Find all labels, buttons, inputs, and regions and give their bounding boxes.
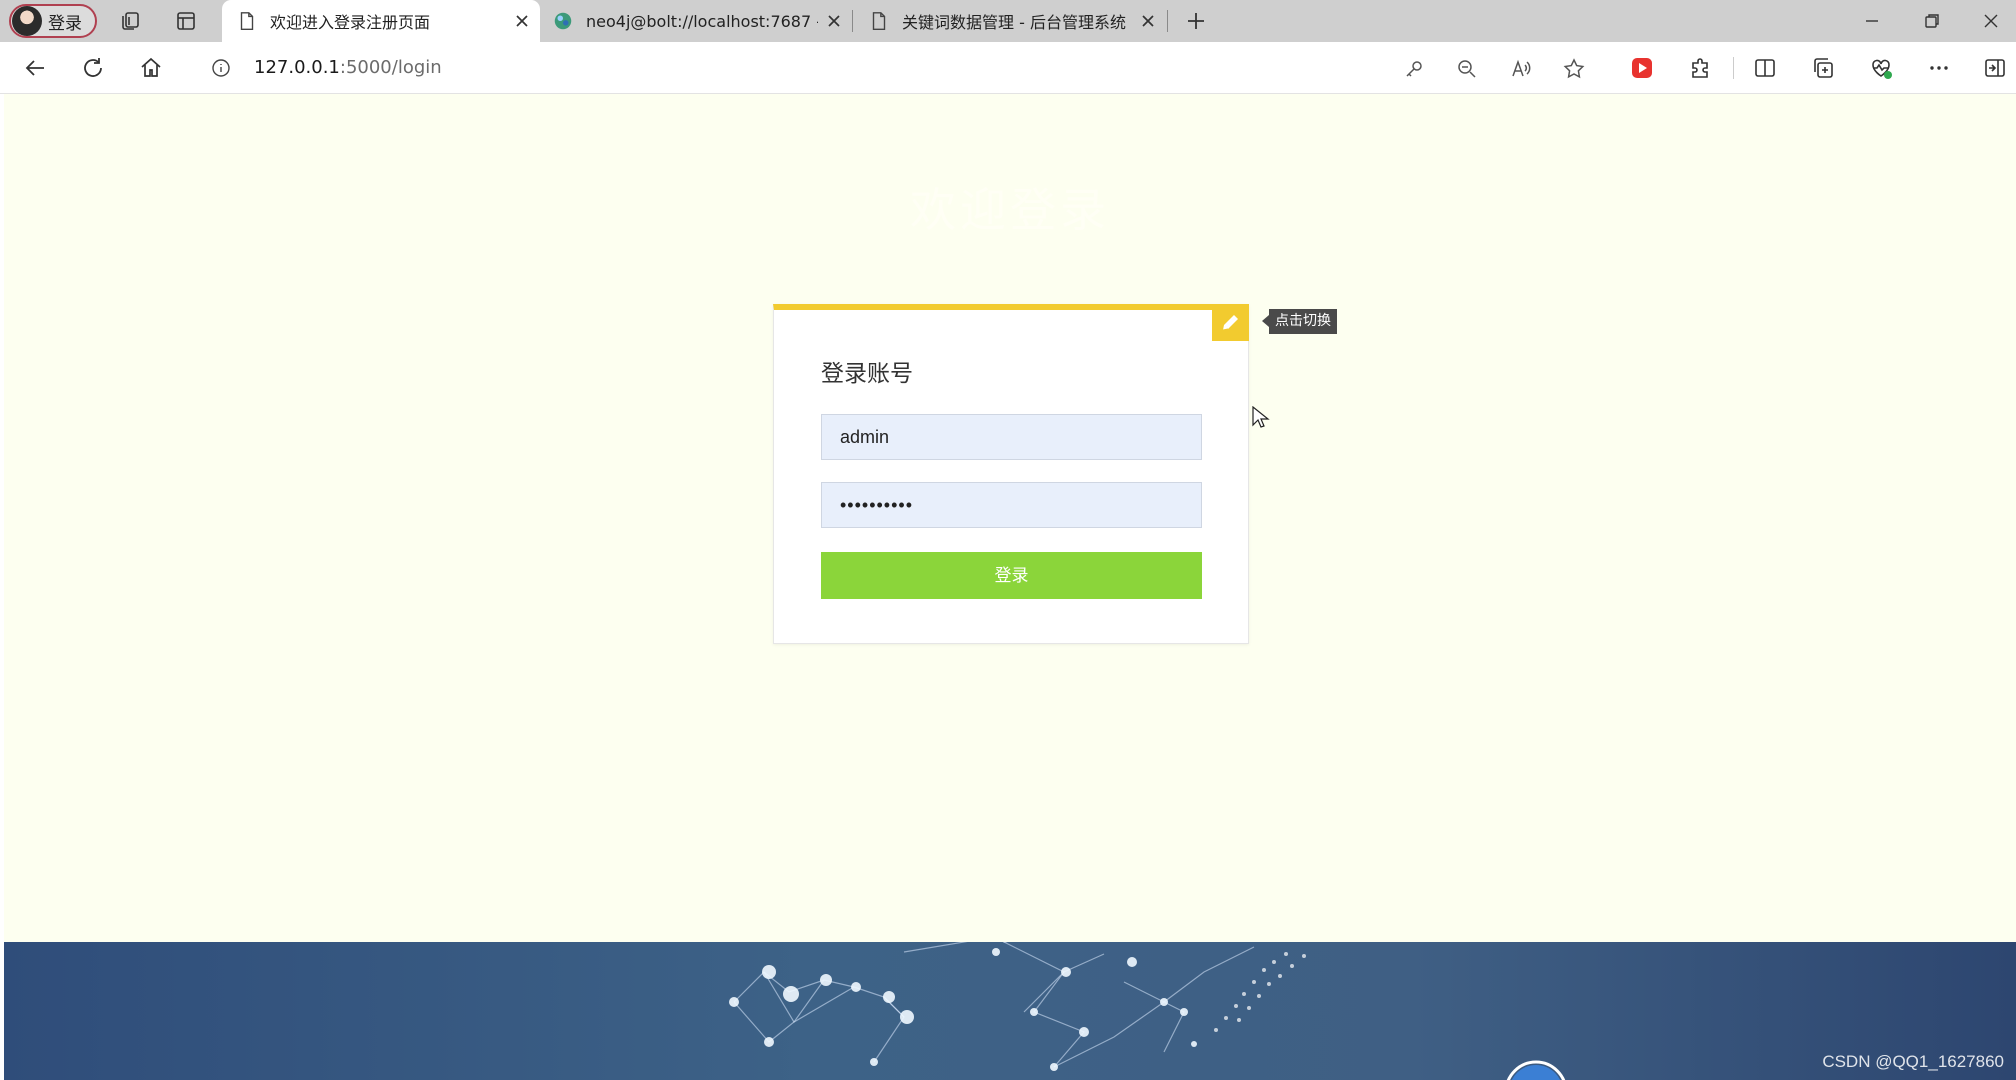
url-text[interactable]: 127.0.0.1:5000/login [254, 57, 442, 78]
split-screen-icon[interactable] [1752, 55, 1778, 81]
restore-icon[interactable] [1920, 9, 1944, 33]
network-graphic [729, 942, 1566, 1080]
tab-title: 欢迎进入登录注册页面 [270, 13, 431, 32]
collections-icon[interactable] [1810, 55, 1836, 81]
url-path: :5000/login [339, 57, 442, 78]
profile-label: 登录 [48, 13, 82, 34]
toolbar-separator [1733, 57, 1734, 79]
browser-toolbar: 127.0.0.1:5000/login [0, 42, 2016, 94]
home-icon[interactable] [138, 55, 164, 81]
favorite-icon[interactable] [1562, 57, 1586, 81]
tab-separator [1167, 10, 1168, 32]
watermark: CSDN @QQ1_1627860 [1822, 1052, 2004, 1071]
tab-login[interactable]: 欢迎进入登录注册页面 [222, 0, 540, 42]
footer-banner: CSDN @QQ1_1627860 [4, 942, 2016, 1080]
toggle-mode-button[interactable] [1212, 304, 1249, 341]
url-host: 127.0.0.1 [254, 57, 340, 78]
close-icon[interactable] [1138, 11, 1158, 31]
pencil-icon [1222, 315, 1238, 331]
profile-button[interactable]: 登录 [9, 4, 97, 38]
tab-title: neo4j@bolt://localhost:7687 - Ne [586, 11, 818, 31]
tab-keywords[interactable]: 关键词数据管理 - 后台管理系统 [854, 0, 1166, 42]
address-bar[interactable]: 127.0.0.1:5000/login [190, 48, 1604, 88]
more-icon[interactable] [1926, 55, 1952, 81]
read-aloud-icon[interactable] [1509, 57, 1533, 81]
tab-neo4j[interactable]: neo4j@bolt://localhost:7687 - Ne [540, 0, 852, 42]
page-icon [872, 12, 886, 30]
page-icon [240, 12, 254, 30]
info-icon[interactable] [211, 58, 231, 78]
video-icon[interactable] [1629, 55, 1655, 81]
sidebar-icon[interactable] [1982, 55, 2008, 81]
minimize-icon[interactable] [1860, 9, 1884, 33]
plus-icon[interactable] [1184, 9, 1208, 33]
password-input[interactable]: •••••••••• [821, 482, 1202, 528]
workspaces-icon[interactable] [118, 9, 142, 33]
hero-title: 欢迎登录 [910, 183, 1110, 237]
tab-actions-icon[interactable] [174, 9, 198, 33]
tab-separator [852, 10, 853, 32]
close-icon[interactable] [1979, 9, 2003, 33]
key-icon[interactable] [1402, 57, 1426, 81]
zoom-out-icon[interactable] [1455, 57, 1479, 81]
tab-strip: 登录 欢迎进入登录注册页面 neo4j@bolt://localhost:768… [0, 0, 2016, 42]
cursor-icon [1252, 406, 1270, 428]
extensions-icon[interactable] [1687, 55, 1713, 81]
neo4j-icon [554, 12, 572, 30]
back-icon[interactable] [22, 55, 48, 81]
login-button[interactable]: 登录 [821, 552, 1202, 599]
close-icon[interactable] [824, 11, 844, 31]
refresh-icon[interactable] [80, 55, 106, 81]
page-viewport: 欢迎登录 登录账号 •••••••••• 登录 点击切换 [4, 94, 2016, 1080]
close-icon[interactable] [512, 11, 532, 31]
login-card: 登录账号 •••••••••• 登录 [773, 304, 1249, 644]
performance-icon[interactable] [1868, 55, 1894, 81]
username-input[interactable] [821, 414, 1202, 460]
card-title: 登录账号 [821, 361, 913, 387]
toggle-tooltip: 点击切换 [1262, 309, 1337, 334]
avatar [12, 6, 42, 36]
tab-title: 关键词数据管理 - 后台管理系统 [902, 13, 1126, 32]
